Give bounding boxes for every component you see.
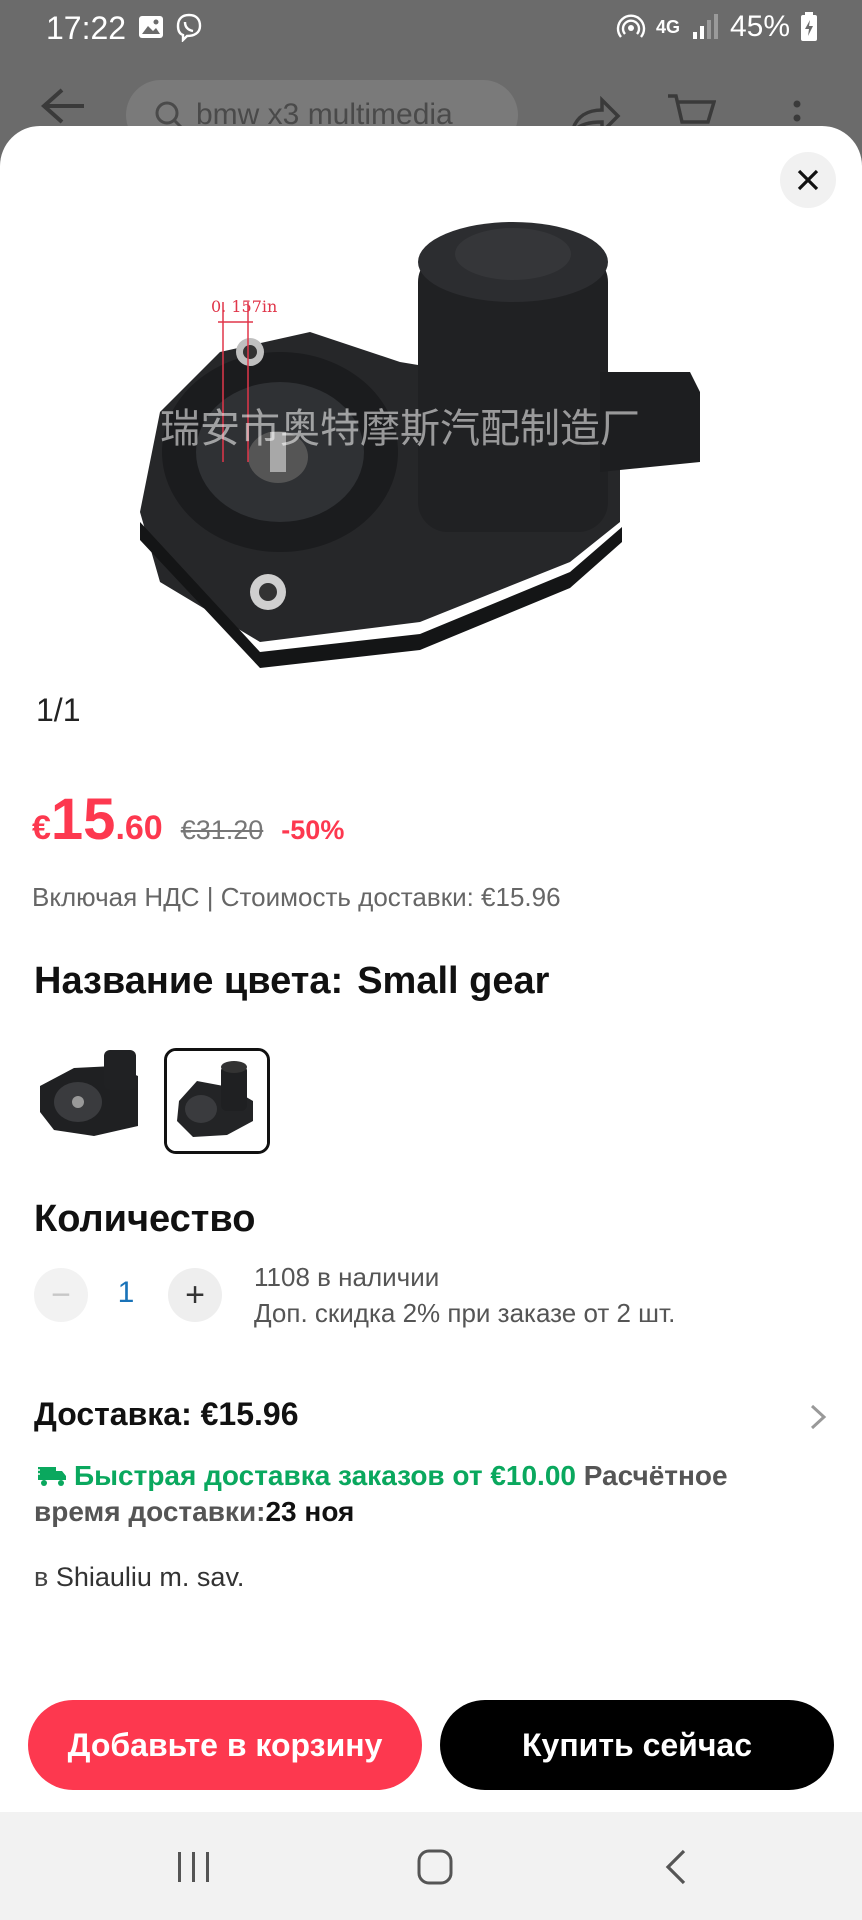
close-button[interactable] [780, 152, 836, 208]
status-bar: 17:22 4G 45% [0, 0, 862, 56]
home-icon[interactable] [416, 1848, 454, 1886]
delivery-title: Доставка: €15.96 [34, 1396, 299, 1432]
status-time: 17:22 [46, 10, 127, 46]
product-image[interactable]: 0. 157in 瑞安市奥特摩斯汽配制造厂 [100, 222, 760, 742]
gallery-icon [139, 16, 163, 38]
viber-icon [176, 13, 202, 42]
back-arrow-icon [40, 88, 84, 124]
buy-now-button[interactable]: Купить сейчас [440, 1700, 834, 1790]
quantity-increase-button[interactable]: + [168, 1268, 222, 1322]
truck-icon [34, 1467, 66, 1486]
bulk-discount-text: Доп. скидка 2% при заказе от 2 шт. [254, 1298, 676, 1328]
signal-icon [692, 14, 718, 39]
vat-shipping-line: Включая НДС | Стоимость доставки: €15.96 [32, 882, 561, 912]
delivery-estimate-date: 23 ноя [265, 1496, 355, 1527]
close-icon [797, 169, 819, 191]
add-to-cart-button[interactable]: Добавьте в корзину [28, 1700, 422, 1790]
color-swatch-1[interactable] [34, 1046, 140, 1152]
chevron-right-icon [810, 1404, 827, 1430]
background-page: bmw x3 multimedia [0, 56, 862, 150]
discount-badge: -50% [281, 815, 345, 845]
nav-back-icon[interactable] [664, 1848, 688, 1886]
quantity-decrease-button[interactable]: − [34, 1268, 88, 1322]
image-watermark: 瑞安市奥特摩斯汽配制造厂 [160, 406, 640, 452]
battery-percent: 45% [729, 10, 790, 43]
color-value: Small gear [357, 960, 550, 1002]
color-label: Название цвета: [34, 960, 344, 1002]
network-type-icon: 4G [655, 16, 680, 37]
price-decimal: .60 [115, 809, 163, 847]
price-integer: 15 [50, 787, 116, 852]
product-options-sheet: 0. 157in 瑞安市奥特摩斯汽配制造厂 1/1 € 15 .60 €31.2… [0, 126, 862, 1812]
price-row: € 15 .60 €31.20 -50% [32, 786, 344, 853]
location-name: Shiauliu m. sav. [55, 1562, 245, 1592]
swatch-image-2 [167, 1051, 267, 1151]
image-counter: 1/1 [36, 692, 81, 728]
price-currency: € [32, 809, 51, 847]
notification-icons [136, 12, 204, 42]
dimension-label: 0. 157in [211, 297, 277, 316]
delivery-row[interactable]: Доставка: €15.96 [34, 1396, 834, 1446]
color-swatch-2-selected[interactable] [164, 1048, 270, 1154]
fast-delivery-text: Быстрая доставка заказов от €10.00 [74, 1460, 576, 1491]
quantity-value[interactable]: 1 [104, 1276, 148, 1310]
delivery-location[interactable]: в Shiauliu m. sav. [34, 1562, 244, 1593]
stock-count: 1108 в наличии [254, 1262, 440, 1292]
color-title: Название цвета: Small gear [34, 960, 549, 1003]
old-price: €31.20 [180, 815, 264, 845]
swatch-image-1 [34, 1046, 140, 1152]
system-nav-bar [0, 1812, 862, 1920]
fast-delivery-info: Быстрая доставка заказов от €10.00 Расчё… [34, 1458, 814, 1530]
location-prefix: в [34, 1562, 49, 1592]
quantity-title: Количество [34, 1198, 256, 1240]
hotspot-icon [616, 14, 646, 38]
system-icons: 4G 45% [616, 10, 818, 44]
recent-apps-icon[interactable] [176, 1850, 212, 1884]
battery-icon [801, 12, 817, 41]
